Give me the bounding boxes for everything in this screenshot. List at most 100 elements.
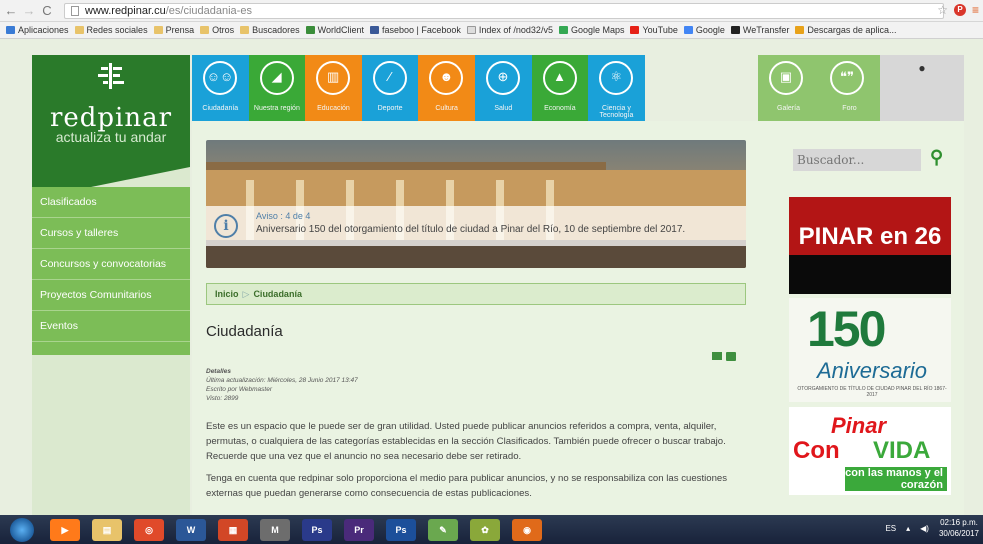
nav-label: Cultura: [435, 105, 458, 112]
logo-icon: [98, 63, 124, 89]
nav-label: Galería: [777, 105, 800, 112]
bookmark-star-icon[interactable]: ☆: [937, 3, 948, 17]
nav-label: Salud: [494, 105, 513, 112]
bookmark-item[interactable]: Aplicaciones: [6, 25, 69, 35]
nav-tile[interactable]: ∕ Deporte: [361, 55, 419, 121]
apps-icon: [6, 26, 15, 34]
nav-tile[interactable]: ☻ Cultura: [418, 55, 475, 121]
bookmark-label: WeTransfer: [742, 25, 790, 35]
menu-icon[interactable]: ≡: [972, 3, 979, 17]
right-column: ⚲ PINAR en 26 150 Aniversario OTORGAMIEN…: [772, 121, 964, 515]
article-paragraph: Tenga en cuenta que redpinar solo propor…: [206, 473, 728, 499]
taskbar-app[interactable]: ▦: [218, 518, 248, 541]
bookmark-item[interactable]: Descargas de aplica...: [795, 25, 896, 35]
theater-icon: ☻: [439, 69, 454, 84]
bookmarks-bar: Aplicaciones Redes sociales Prensa Otros…: [0, 22, 983, 39]
pinterest-icon[interactable]: P: [953, 4, 966, 16]
details-updated: Última actualización: Miércoles, 28 Juni…: [206, 377, 358, 384]
banner-text: Aniversario: [816, 358, 928, 383]
search-icon[interactable]: ⚲: [930, 147, 950, 171]
nav-tile[interactable]: ▲ Economía: [531, 55, 589, 121]
taskbar-app[interactable]: ✎: [428, 518, 458, 541]
forward-icon[interactable]: →: [22, 3, 36, 18]
side-menu-item[interactable]: Proyectos Comunitarios: [32, 280, 190, 311]
email-icon[interactable]: [712, 352, 722, 360]
bookmark-item[interactable]: faseboo | Facebook: [370, 25, 461, 35]
language-indicator[interactable]: ES: [885, 524, 896, 533]
book-icon: ▥: [327, 69, 340, 84]
network-icon[interactable]: ▴: [906, 524, 910, 533]
main-content: i Aviso : 4 de 4 Aniversario 150 del oto…: [192, 121, 772, 515]
side-menu-item[interactable]: Cursos y talleres: [32, 218, 190, 249]
banner-text: Pinar: [831, 413, 887, 438]
bookmark-item[interactable]: Buscadores: [240, 25, 300, 35]
folder-icon: [74, 26, 84, 34]
bookmark-item[interactable]: WorldClient: [305, 25, 364, 35]
facebook-icon: [370, 26, 379, 34]
bookmark-item[interactable]: Otros: [200, 25, 234, 35]
top-navigation: ☺☺ Ciudadanía ◢ Nuestra región ▥ Educaci…: [192, 55, 758, 121]
taskbar-app[interactable]: Ps: [302, 518, 332, 541]
bookmark-item[interactable]: Google Maps: [558, 25, 624, 35]
taskbar-app[interactable]: Ps: [386, 518, 416, 541]
taskbar-app[interactable]: ◉: [512, 518, 542, 541]
nav-label: Deporte: [377, 105, 403, 112]
taskbar-app[interactable]: ✿: [470, 518, 500, 541]
user-login-button[interactable]: ●: [880, 55, 964, 121]
bookmark-label: Redes sociales: [86, 25, 148, 35]
nav-tile[interactable]: ⊕ Salud: [474, 55, 532, 121]
clock[interactable]: 02:16 p.m. 30/06/2017: [939, 517, 979, 539]
nav-tile[interactable]: ⚛ Ciencia y Tecnología: [588, 55, 645, 121]
bookmark-item[interactable]: YouTube: [630, 25, 678, 35]
volume-icon[interactable]: ◀): [920, 524, 929, 533]
side-menu-item[interactable]: Concursos y convocatorias: [32, 249, 190, 280]
article-details: Detalles Última actualización: Miércoles…: [206, 367, 358, 403]
banner-pinar-en-26[interactable]: PINAR en 26: [789, 197, 951, 294]
bookmark-label: WorldClient: [317, 25, 364, 35]
info-icon: i: [214, 214, 238, 238]
details-views: Visto: 2899: [206, 395, 239, 402]
site-logo[interactable]: redpinar actualiza tu andar: [32, 55, 190, 167]
slide-counter: Aviso : 4 de 4: [256, 211, 311, 221]
bookmark-label: Aplicaciones: [18, 25, 69, 35]
nav-tile-gallery[interactable]: ▣ Galería: [758, 55, 819, 121]
breadcrumb-home[interactable]: Inicio: [215, 289, 239, 299]
banner-aniversario[interactable]: 150 Aniversario OTORGAMIENTO DE TÍTULO D…: [789, 298, 951, 402]
bookmark-item[interactable]: Prensa: [153, 25, 195, 35]
back-icon[interactable]: ←: [4, 3, 18, 18]
nav-label: Educación: [317, 105, 350, 112]
nav-tile[interactable]: ☺☺ Ciudadanía: [192, 55, 249, 121]
side-menu-item[interactable]: Clasificados: [32, 187, 190, 218]
bookmark-label: Prensa: [165, 25, 195, 35]
taskbar-app[interactable]: W: [176, 518, 206, 541]
slide-caption-text[interactable]: Aniversario 150 del otorgamiento del tít…: [256, 224, 685, 235]
nav-tile-forum[interactable]: ❝❞ Foro: [819, 55, 880, 121]
folder-icon: [240, 26, 250, 34]
taskbar-app[interactable]: M: [260, 518, 290, 541]
economy-icon: ▲: [553, 69, 566, 84]
bookmark-item[interactable]: Redes sociales: [74, 25, 148, 35]
nav-tile[interactable]: ◢ Nuestra región: [248, 55, 306, 121]
bookmark-item[interactable]: Index of /nod32/v5: [466, 25, 553, 35]
bookmark-item[interactable]: WeTransfer: [730, 25, 790, 35]
search-input[interactable]: [793, 149, 921, 171]
taskbar-app[interactable]: ▤: [92, 518, 122, 541]
reload-icon[interactable]: C: [40, 3, 54, 18]
image-slider[interactable]: i Aviso : 4 de 4 Aniversario 150 del oto…: [206, 140, 746, 268]
address-bar[interactable]: www.redpinar.cu /es/ciudadania-es: [64, 3, 944, 19]
taskbar-app[interactable]: ▶: [50, 518, 80, 541]
taskbar-app[interactable]: Pr: [344, 518, 374, 541]
website: redpinar actualiza tu andar Clasificados…: [32, 55, 964, 515]
print-icon[interactable]: [726, 352, 736, 361]
side-menu-item[interactable]: Eventos: [32, 311, 190, 342]
banner-text: VIDA: [873, 437, 931, 464]
google-icon: [683, 26, 693, 34]
start-button[interactable]: [10, 517, 34, 542]
banner-pinar-con-vida[interactable]: Pinar Con VIDA con las manos y el corazó…: [789, 407, 951, 495]
bookmark-label: Google: [695, 25, 725, 35]
taskbar-app[interactable]: ◎: [134, 518, 164, 541]
bookmark-item[interactable]: Google: [683, 25, 725, 35]
nav-tile[interactable]: ▥ Educación: [305, 55, 362, 121]
wetransfer-icon: [730, 26, 740, 34]
folder-icon: [200, 26, 210, 34]
